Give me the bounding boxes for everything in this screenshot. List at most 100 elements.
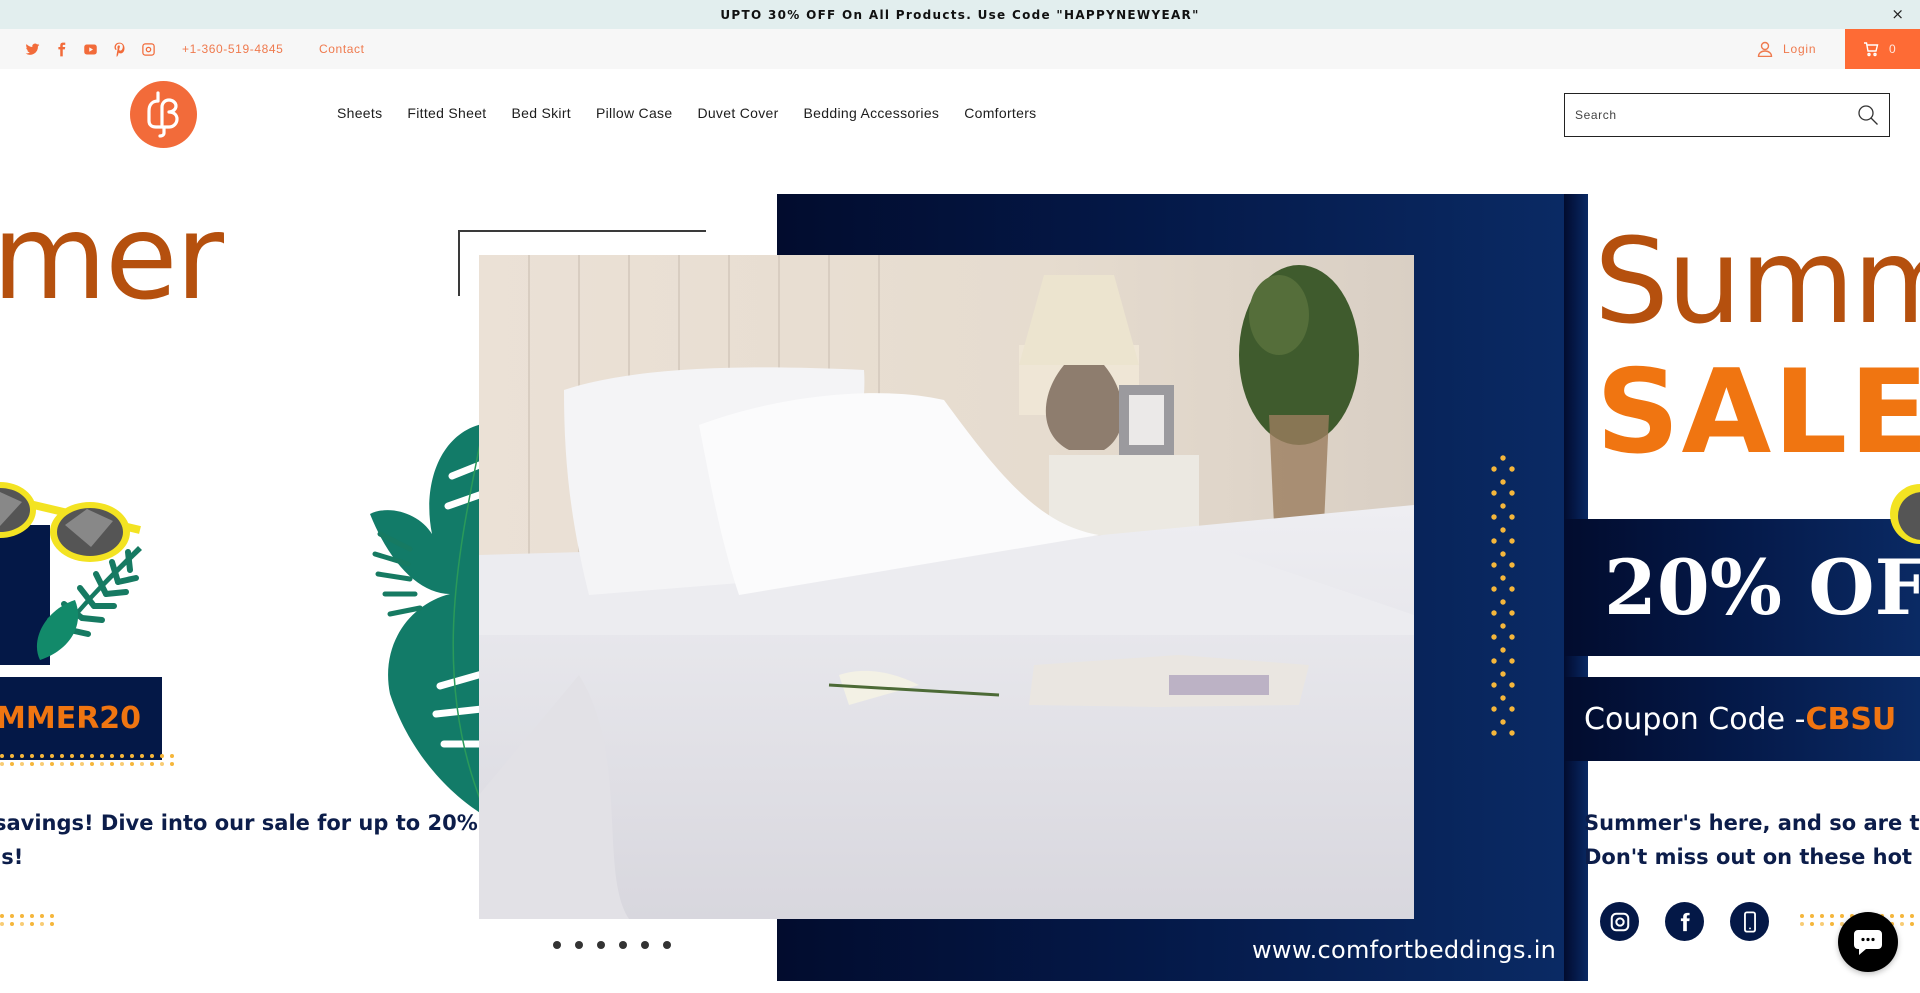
- decorative-dot: [1500, 719, 1506, 725]
- search-icon[interactable]: [1857, 104, 1879, 126]
- decorative-dot: [60, 762, 64, 766]
- decorative-dot: [100, 762, 104, 766]
- decorative-dot: [50, 762, 54, 766]
- decorative-dot: [1491, 466, 1497, 472]
- right-slide-contact-icons: [1600, 902, 1769, 941]
- coupon-label: Coupon Code -: [1584, 701, 1806, 737]
- decorative-dot: [150, 762, 154, 766]
- decorative-dot: [0, 922, 4, 926]
- decorative-dot: [170, 762, 174, 766]
- decorative-dot: [1509, 610, 1515, 616]
- nav-bedding-accessories[interactable]: Bedding Accessories: [804, 105, 940, 121]
- decorative-dot: [110, 754, 114, 758]
- slide-dot-4[interactable]: [619, 941, 627, 949]
- nav-duvet-cover[interactable]: Duvet Cover: [697, 105, 778, 121]
- decorative-dot: [1491, 586, 1497, 592]
- chat-button[interactable]: [1838, 912, 1898, 972]
- decorative-dot: [1491, 730, 1497, 736]
- search-input[interactable]: [1575, 108, 1857, 122]
- decorative-dot: [1910, 914, 1914, 918]
- decorative-dot: [160, 754, 164, 758]
- decorative-dot: [1500, 527, 1506, 533]
- search-box: [1564, 93, 1890, 137]
- right-desc-line-1: Summer's here, and so are the s: [1584, 811, 1920, 835]
- nav-pillow-case[interactable]: Pillow Case: [596, 105, 672, 121]
- facebook-icon[interactable]: [53, 41, 69, 57]
- decorative-dot: [1509, 658, 1515, 664]
- decorative-dot: [70, 762, 74, 766]
- decorative-dot: [1491, 658, 1497, 664]
- phone-link[interactable]: +1-360-519-4845: [182, 42, 283, 56]
- decorative-dot: [1500, 623, 1506, 629]
- contact-link[interactable]: Contact: [319, 42, 365, 56]
- decorative-dot: [150, 754, 154, 758]
- social-links: [24, 29, 156, 69]
- user-icon: [1757, 41, 1773, 57]
- decorative-dot: [120, 762, 124, 766]
- nav-bed-skirt[interactable]: Bed Skirt: [511, 105, 571, 121]
- decorative-dot: [110, 762, 114, 766]
- decorative-dot: [1500, 647, 1506, 653]
- close-icon[interactable]: ×: [1891, 5, 1904, 23]
- monstera-leaf-icon: [370, 424, 482, 814]
- website-url: www.comfortbeddings.in: [1252, 936, 1557, 964]
- decorative-dot: [70, 754, 74, 758]
- twitter-icon[interactable]: [24, 41, 40, 57]
- nav-sheets[interactable]: Sheets: [337, 105, 382, 121]
- decorative-dot: [1500, 575, 1506, 581]
- decorative-dot: [160, 762, 164, 766]
- decorative-dot: [1509, 634, 1515, 640]
- decorative-dot: [1491, 514, 1497, 520]
- slide-dot-2[interactable]: [575, 941, 583, 949]
- phone-icon: [1730, 902, 1769, 941]
- decorative-dot: [40, 914, 44, 918]
- decorative-dot: [1491, 562, 1497, 568]
- decorative-dot: [1820, 914, 1824, 918]
- decorative-dot: [1491, 610, 1497, 616]
- dot-pattern-vertical: [1488, 452, 1518, 747]
- logo-icon: [146, 90, 179, 138]
- decorative-dot: [0, 762, 4, 766]
- right-slide-discount: 20% OFF: [1604, 543, 1920, 632]
- cart-icon: [1864, 42, 1879, 57]
- decorative-dot: [130, 754, 134, 758]
- decorative-dot: [1820, 922, 1824, 926]
- decorative-dot: [0, 754, 4, 758]
- decorative-dot: [1491, 706, 1497, 712]
- cart-button[interactable]: 0: [1845, 29, 1920, 69]
- login-link[interactable]: Login: [1757, 29, 1816, 69]
- slide-dot-6[interactable]: [663, 941, 671, 949]
- right-desc-line-2: Don't miss out on these hot deal: [1584, 845, 1920, 869]
- decorative-dot: [1491, 682, 1497, 688]
- decorative-dot: [20, 754, 24, 758]
- decorative-dot: [1800, 922, 1804, 926]
- decorative-dot: [10, 914, 14, 918]
- instagram-icon[interactable]: [140, 41, 156, 57]
- decorative-dot: [1500, 479, 1506, 485]
- decorative-dot: [130, 762, 134, 766]
- logo[interactable]: [130, 81, 197, 148]
- left-slide-coupon-box: MMER20: [0, 677, 162, 760]
- sunglasses-icon: [1890, 484, 1920, 544]
- nav-fitted-sheet[interactable]: Fitted Sheet: [407, 105, 486, 121]
- slide-dot-5[interactable]: [641, 941, 649, 949]
- decorative-dot: [1491, 490, 1497, 496]
- decorative-dot: [20, 922, 24, 926]
- dot-pattern: [0, 754, 174, 766]
- decorative-dot: [1900, 914, 1904, 918]
- nav-comforters[interactable]: Comforters: [964, 105, 1036, 121]
- youtube-icon[interactable]: [82, 41, 98, 57]
- decorative-dot: [1509, 466, 1515, 472]
- decorative-dot: [1500, 695, 1506, 701]
- decorative-dot: [1830, 922, 1834, 926]
- slide-dot-3[interactable]: [597, 941, 605, 949]
- decorative-dot: [1509, 562, 1515, 568]
- left-slide-coupon-code: MMER20: [0, 701, 142, 736]
- decorative-dot: [120, 754, 124, 758]
- decorative-dot: [1800, 914, 1804, 918]
- decorative-dot: [1500, 671, 1506, 677]
- cart-count: 0: [1889, 42, 1896, 56]
- pinterest-icon[interactable]: [111, 41, 127, 57]
- decorative-dot: [30, 914, 34, 918]
- slide-dot-1[interactable]: [553, 941, 561, 949]
